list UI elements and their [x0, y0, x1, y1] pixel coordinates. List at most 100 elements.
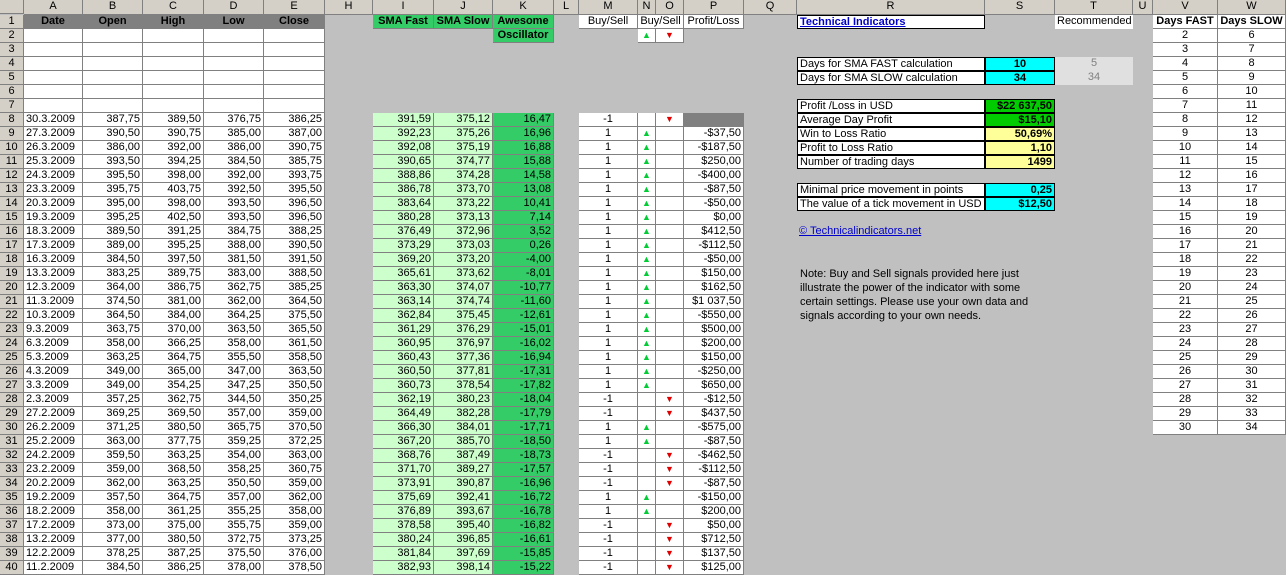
- sma-slow-cell[interactable]: 373,22: [434, 197, 493, 211]
- row-header[interactable]: 12: [0, 169, 24, 183]
- awesome-oscillator-cell[interactable]: -8,01: [493, 267, 554, 281]
- days-fast-option[interactable]: 25: [1153, 351, 1218, 365]
- signal-up-cell[interactable]: ▲: [638, 309, 656, 323]
- row-header[interactable]: 22: [0, 309, 24, 323]
- signal-up-cell[interactable]: ▲: [638, 225, 656, 239]
- days-fast-option[interactable]: 20: [1153, 281, 1218, 295]
- days-slow-option[interactable]: 26: [1218, 309, 1286, 323]
- days-slow-option[interactable]: 29: [1218, 351, 1286, 365]
- date-cell[interactable]: 26.3.2009: [24, 141, 83, 155]
- signal-up-cell[interactable]: ▲: [638, 379, 656, 393]
- signal-down-cell[interactable]: [656, 505, 684, 519]
- column-header-s[interactable]: S: [985, 0, 1055, 15]
- buy-sell-cell[interactable]: -1: [579, 519, 638, 533]
- sma-fast-cell[interactable]: 378,58: [373, 519, 434, 533]
- sma-fast-cell[interactable]: 383,64: [373, 197, 434, 211]
- awesome-oscillator-cell[interactable]: -18,73: [493, 449, 554, 463]
- days-slow-option[interactable]: 12: [1218, 113, 1286, 127]
- days-slow-option[interactable]: 28: [1218, 337, 1286, 351]
- sma-fast-cell[interactable]: 360,50: [373, 365, 434, 379]
- cell[interactable]: [143, 57, 204, 71]
- signal-up-cell[interactable]: [638, 113, 656, 127]
- low-cell[interactable]: 355,75: [204, 519, 264, 533]
- days-fast-option[interactable]: 18: [1153, 253, 1218, 267]
- signal-up-cell[interactable]: ▲: [638, 421, 656, 435]
- column-header-w[interactable]: W: [1218, 0, 1286, 15]
- buy-sell-cell[interactable]: -1: [579, 407, 638, 421]
- row-header[interactable]: 33: [0, 463, 24, 477]
- profit-loss-cell[interactable]: -$50,00: [684, 253, 744, 267]
- signal-down-cell[interactable]: [656, 491, 684, 505]
- row-header[interactable]: 24: [0, 337, 24, 351]
- open-cell[interactable]: 373,00: [83, 519, 143, 533]
- awesome-oscillator-cell[interactable]: -16,72: [493, 491, 554, 505]
- signal-down-cell[interactable]: [656, 253, 684, 267]
- row-header[interactable]: 21: [0, 295, 24, 309]
- sma-slow-cell[interactable]: 376,97: [434, 337, 493, 351]
- days-slow-option[interactable]: 27: [1218, 323, 1286, 337]
- close-cell[interactable]: 385,25: [264, 281, 325, 295]
- column-header-d[interactable]: D: [204, 0, 264, 15]
- date-cell[interactable]: 27.2.2009: [24, 407, 83, 421]
- date-cell[interactable]: 12.2.2009: [24, 547, 83, 561]
- signal-up-cell[interactable]: [638, 477, 656, 491]
- close-cell[interactable]: 391,50: [264, 253, 325, 267]
- days-fast-option[interactable]: 10: [1153, 141, 1218, 155]
- close-cell[interactable]: 359,00: [264, 407, 325, 421]
- sma-slow-cell[interactable]: 396,85: [434, 533, 493, 547]
- buy-sell-cell[interactable]: 1: [579, 435, 638, 449]
- cell[interactable]: [264, 43, 325, 57]
- date-cell[interactable]: 6.3.2009: [24, 337, 83, 351]
- low-cell[interactable]: 393,50: [204, 211, 264, 225]
- row-header[interactable]: 26: [0, 365, 24, 379]
- sma-fast-cell[interactable]: 366,30: [373, 421, 434, 435]
- low-cell[interactable]: 358,25: [204, 463, 264, 477]
- high-cell[interactable]: 366,25: [143, 337, 204, 351]
- row-header[interactable]: 30: [0, 421, 24, 435]
- cell[interactable]: [83, 85, 143, 99]
- profit-loss-cell[interactable]: $1 037,50: [684, 295, 744, 309]
- signal-down-cell[interactable]: [656, 211, 684, 225]
- days-fast-input[interactable]: 10: [985, 57, 1055, 71]
- buy-sell-cell[interactable]: 1: [579, 281, 638, 295]
- date-cell[interactable]: 11.3.2009: [24, 295, 83, 309]
- profit-loss-cell[interactable]: -$112,50: [684, 239, 744, 253]
- column-header-j[interactable]: J: [434, 0, 493, 15]
- close-cell[interactable]: 370,50: [264, 421, 325, 435]
- days-fast-option[interactable]: 23: [1153, 323, 1218, 337]
- row-header[interactable]: 15: [0, 211, 24, 225]
- row-header[interactable]: 31: [0, 435, 24, 449]
- profit-loss-cell[interactable]: $162,50: [684, 281, 744, 295]
- column-header-q[interactable]: Q: [744, 0, 797, 15]
- high-cell[interactable]: 403,75: [143, 183, 204, 197]
- profit-loss-cell[interactable]: -$150,00: [684, 491, 744, 505]
- awesome-oscillator-cell[interactable]: 13,08: [493, 183, 554, 197]
- days-slow-option[interactable]: 31: [1218, 379, 1286, 393]
- high-cell[interactable]: 384,00: [143, 309, 204, 323]
- buy-sell-cell[interactable]: 1: [579, 323, 638, 337]
- signal-up-cell[interactable]: ▲: [638, 351, 656, 365]
- date-cell[interactable]: 5.3.2009: [24, 351, 83, 365]
- cell[interactable]: [264, 99, 325, 113]
- awesome-oscillator-cell[interactable]: -15,85: [493, 547, 554, 561]
- signal-up-cell[interactable]: ▲: [638, 127, 656, 141]
- close-cell[interactable]: 358,00: [264, 505, 325, 519]
- sma-slow-cell[interactable]: 376,29: [434, 323, 493, 337]
- days-fast-option[interactable]: 21: [1153, 295, 1218, 309]
- days-slow-option[interactable]: 24: [1218, 281, 1286, 295]
- close-cell[interactable]: 350,25: [264, 393, 325, 407]
- open-cell[interactable]: 378,25: [83, 547, 143, 561]
- date-cell[interactable]: 25.2.2009: [24, 435, 83, 449]
- days-slow-option[interactable]: 21: [1218, 239, 1286, 253]
- sma-slow-cell[interactable]: 375,19: [434, 141, 493, 155]
- close-cell[interactable]: 365,50: [264, 323, 325, 337]
- date-cell[interactable]: 30.3.2009: [24, 113, 83, 127]
- low-cell[interactable]: 393,50: [204, 197, 264, 211]
- open-cell[interactable]: 364,50: [83, 309, 143, 323]
- sma-fast-cell[interactable]: 392,23: [373, 127, 434, 141]
- days-fast-option[interactable]: 22: [1153, 309, 1218, 323]
- low-cell[interactable]: 388,00: [204, 239, 264, 253]
- close-cell[interactable]: 363,00: [264, 449, 325, 463]
- row-header[interactable]: 7: [0, 99, 24, 113]
- signal-up-cell[interactable]: ▲: [638, 491, 656, 505]
